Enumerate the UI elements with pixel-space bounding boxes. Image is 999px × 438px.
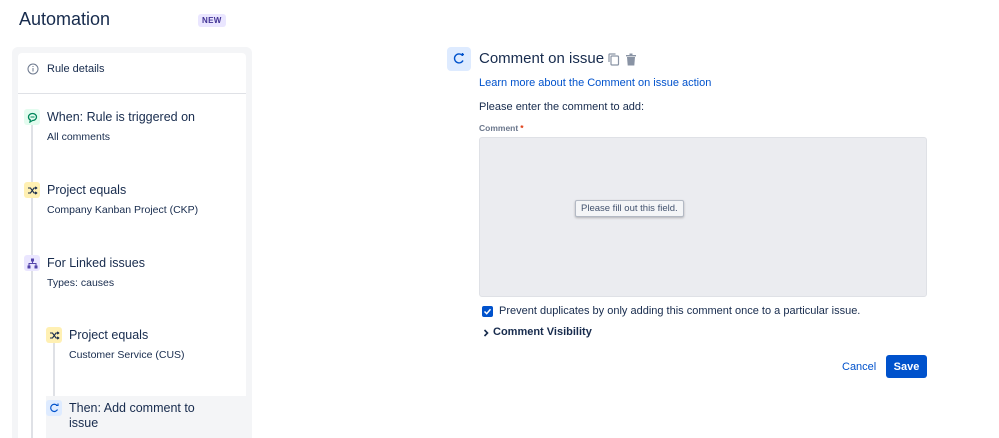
trash-icon[interactable] xyxy=(625,53,637,66)
add-comment-icon xyxy=(46,400,62,416)
step-subtitle: Customer Service (CUS) xyxy=(69,349,185,361)
rule-details-divider xyxy=(18,93,246,94)
rule-step-nested-condition[interactable]: Project equals Customer Service (CUS) xyxy=(40,323,246,363)
info-icon xyxy=(27,63,39,75)
comment-field-label: Comment * xyxy=(479,123,524,133)
step-subtitle: All comments xyxy=(47,131,111,143)
prevent-duplicates-label[interactable]: Prevent duplicates by only adding this c… xyxy=(499,305,860,317)
required-marker: * xyxy=(520,123,524,133)
shuffle-icon xyxy=(24,182,40,198)
rule-details-item[interactable]: Rule details xyxy=(18,53,246,85)
rule-details-label: Rule details xyxy=(47,63,105,75)
rule-step-trigger[interactable]: When: Rule is triggered on All comments xyxy=(18,105,246,145)
comment-label-text: Comment xyxy=(479,123,519,133)
rule-step-condition[interactable]: Project equals Company Kanban Project (C… xyxy=(18,178,246,218)
rule-step-action[interactable]: Then: Add comment to issue xyxy=(40,396,246,438)
cancel-button[interactable]: Cancel xyxy=(834,356,884,378)
step-title: For Linked issues xyxy=(47,256,145,270)
hierarchy-icon xyxy=(24,255,40,271)
step-title: Project equals xyxy=(69,328,149,342)
save-button[interactable]: Save xyxy=(886,355,927,378)
action-title: Comment on issue xyxy=(479,50,605,67)
shuffle-icon xyxy=(46,327,62,343)
page-title: Automation xyxy=(19,9,111,29)
new-badge: NEW xyxy=(198,14,226,27)
rule-step-branch[interactable]: For Linked issues Types: causes xyxy=(18,251,246,291)
learn-more-link[interactable]: Learn more about the Comment on issue ac… xyxy=(479,77,711,89)
step-subtitle: Types: causes xyxy=(47,277,115,289)
copy-icon[interactable] xyxy=(608,53,620,66)
rule-panel-inner: Rule details When: Rule is triggered on … xyxy=(18,53,246,438)
comment-visibility-toggle[interactable]: Comment Visibility xyxy=(493,326,592,338)
rule-panel: Rule details When: Rule is triggered on … xyxy=(12,47,252,438)
validation-tooltip: Please fill out this field. xyxy=(575,200,684,217)
step-subtitle: Company Kanban Project (CKP) xyxy=(47,204,199,216)
chevron-right-icon[interactable] xyxy=(482,328,490,338)
prevent-duplicates-checkbox[interactable] xyxy=(482,306,493,317)
comment-input[interactable] xyxy=(479,137,927,297)
instruction-text: Please enter the comment to add: xyxy=(479,101,645,113)
checkmark-icon xyxy=(483,308,492,315)
add-comment-icon xyxy=(447,47,471,71)
speech-bubble-icon xyxy=(24,109,40,125)
step-title: When: Rule is triggered on xyxy=(47,110,195,124)
step-title: Project equals xyxy=(47,183,127,197)
step-title: Then: Add comment to issue xyxy=(69,401,195,430)
